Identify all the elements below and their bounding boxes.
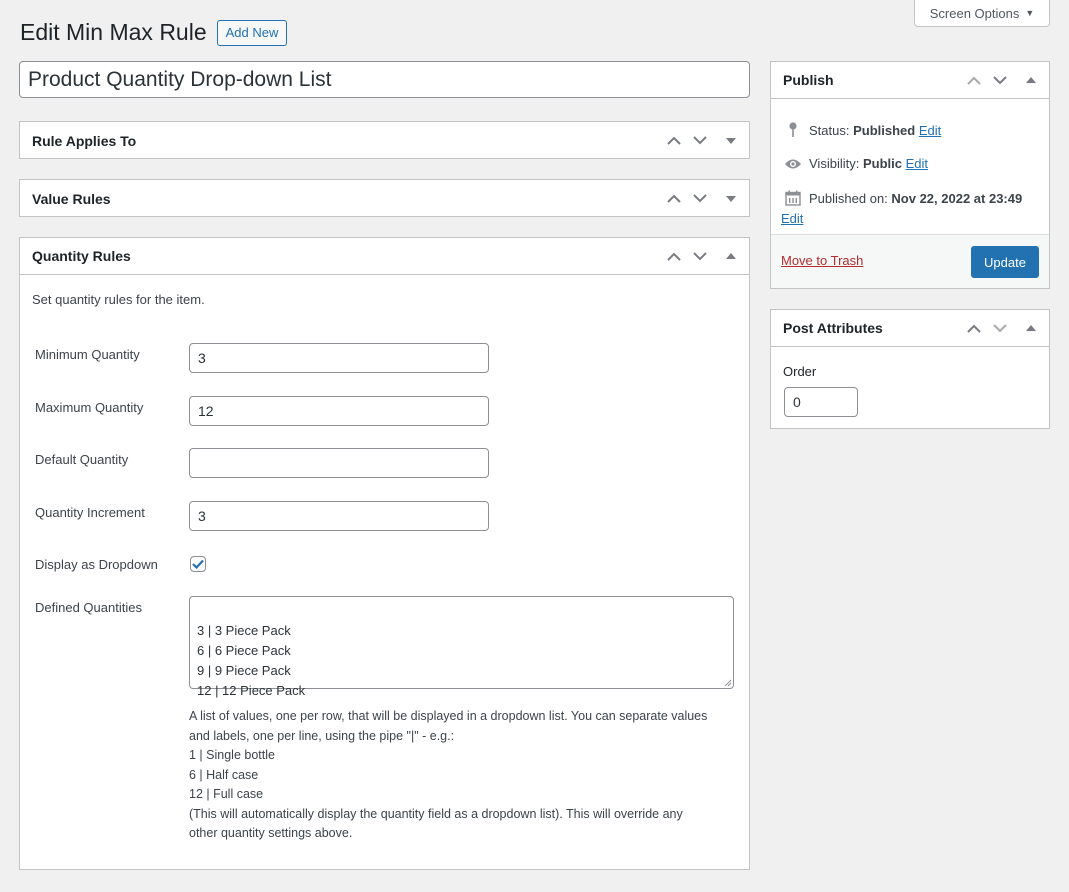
help-line: 6 | Half case [189, 767, 259, 782]
published-on-row: Published on: Nov 22, 2022 at 23:49 [783, 190, 1022, 206]
caret-down-icon: ▼ [1025, 8, 1035, 18]
visibility-value: Public [862, 156, 902, 171]
help-line: 12 | Full case [189, 787, 264, 801]
add-new-button[interactable]: Add New [216, 19, 288, 46]
rule-applies-to-box: Rule Applies To [19, 121, 750, 159]
resize-handle-icon[interactable] [723, 678, 732, 687]
update-button[interactable]: Update [971, 246, 1039, 278]
move-up-icon[interactable] [961, 310, 987, 346]
quantity-rules-title: Quantity Rules [32, 248, 131, 264]
quantity-increment-label: Quantity Increment [35, 505, 145, 520]
move-up-icon[interactable] [961, 62, 987, 98]
screen-options-button[interactable]: Screen Options ▼ [914, 0, 1050, 27]
publish-title: Publish [783, 72, 834, 88]
collapse-toggle-icon[interactable] [1013, 62, 1049, 98]
publish-box: Publish Status: Published Edit Visibilit… [770, 61, 1050, 289]
order-label: Order [783, 364, 817, 379]
move-up-icon[interactable] [661, 238, 687, 274]
edit-status-link[interactable]: Edit [919, 123, 941, 138]
status-row: Status: Published Edit [783, 122, 941, 138]
post-attributes-box: Post Attributes Order 0 [770, 309, 1050, 429]
value-rules-header[interactable]: Value Rules [20, 180, 749, 217]
quantity-rules-box: Quantity Rules Set quantity rules for th… [19, 237, 750, 870]
rule-applies-to-header[interactable]: Rule Applies To [20, 122, 749, 159]
help-line: (This will automatically display the qua… [189, 806, 683, 821]
publish-header[interactable]: Publish [771, 62, 1049, 99]
defined-quantities-textarea[interactable]: 3 | 3 Piece Pack 6 | 6 Piece Pack 9 | 9 … [189, 596, 734, 698]
rule-applies-to-title: Rule Applies To [32, 132, 137, 149]
page-title: Edit Min Max Rule [20, 19, 207, 45]
published-on-value: Nov 22, 2022 at 23:49 [891, 190, 1023, 206]
help-line: A list of values, one per row, that will… [189, 709, 708, 723]
post-attributes-title: Post Attributes [783, 320, 883, 336]
screen-options-label: Screen Options [929, 5, 1020, 21]
minimum-quantity-label: Minimum Quantity [35, 347, 140, 362]
expand-toggle-icon[interactable] [713, 123, 749, 159]
quantity-rules-header[interactable]: Quantity Rules [20, 238, 749, 275]
collapse-toggle-icon[interactable] [1013, 310, 1049, 346]
calendar-icon [783, 190, 803, 206]
default-quantity-input[interactable] [189, 448, 489, 478]
edit-date-link[interactable]: Edit [781, 211, 803, 226]
page-header: Edit Min Max Rule Add New [20, 18, 288, 47]
display-dropdown-checkbox[interactable] [190, 556, 206, 572]
value-rules-box: Value Rules [19, 179, 750, 217]
post-title-input[interactable]: Product Quantity Drop-down List [19, 61, 750, 98]
help-line: 1 | Single bottle [189, 748, 275, 762]
move-down-icon[interactable] [987, 62, 1013, 98]
default-quantity-label: Default Quantity [35, 452, 129, 467]
eye-icon [783, 158, 803, 170]
pin-icon [783, 122, 803, 138]
published-on-label: Published on: [809, 190, 888, 206]
edit-visibility-link[interactable]: Edit [906, 156, 928, 171]
move-up-icon[interactable] [661, 123, 687, 159]
post-attributes-header[interactable]: Post Attributes [771, 310, 1049, 347]
visibility-row: Visibility: Public Edit [783, 156, 928, 171]
move-down-icon[interactable] [687, 123, 713, 159]
value-rules-title: Value Rules [32, 190, 111, 207]
defined-quantities-label: Defined Quantities [35, 600, 142, 615]
maximum-quantity-input[interactable]: 12 [189, 396, 489, 426]
quantity-rules-description: Set quantity rules for the item. [32, 292, 205, 307]
help-line: other quantity settings above. [189, 826, 353, 840]
help-line: and labels, one per line, using the pipe… [189, 728, 455, 743]
move-to-trash-link[interactable]: Move to Trash [781, 253, 863, 268]
collapse-toggle-icon[interactable] [713, 238, 749, 274]
visibility-label: Visibility: [809, 156, 860, 171]
move-down-icon[interactable] [687, 238, 713, 274]
move-up-icon[interactable] [661, 181, 687, 217]
publish-actions: Move to Trash Update [771, 234, 1049, 288]
display-dropdown-label: Display as Dropdown [35, 557, 158, 572]
order-input[interactable]: 0 [784, 387, 858, 417]
expand-toggle-icon[interactable] [713, 181, 749, 217]
maximum-quantity-label: Maximum Quantity [35, 400, 144, 415]
checkmark-icon [192, 559, 204, 569]
status-value: Published [853, 122, 916, 138]
minimum-quantity-input[interactable]: 3 [189, 343, 489, 373]
status-label: Status: [809, 122, 850, 138]
quantity-increment-input[interactable]: 3 [189, 501, 489, 531]
defined-quantities-value: 3 | 3 Piece Pack 6 | 6 Piece Pack 9 | 9 … [197, 623, 306, 698]
move-down-icon[interactable] [687, 181, 713, 217]
defined-quantities-help: A list of values, one per row, that will… [189, 707, 739, 844]
move-down-icon[interactable] [987, 310, 1013, 346]
